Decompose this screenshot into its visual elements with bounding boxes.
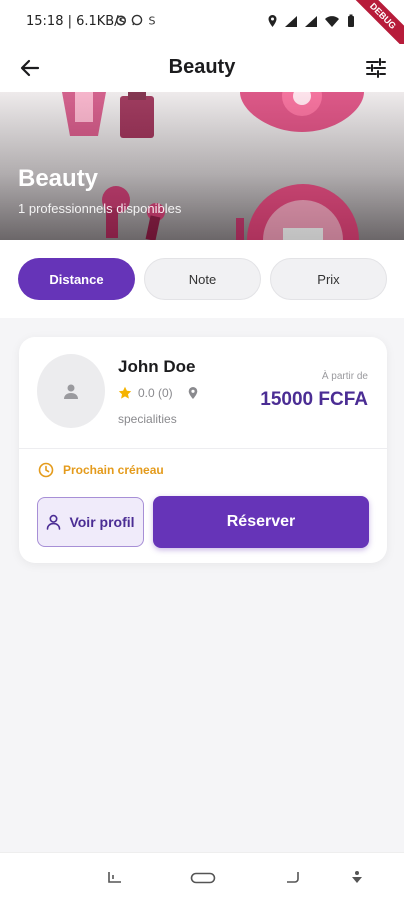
system-icons xyxy=(267,14,356,28)
category-banner: Beauty 1 professionnels disponibles xyxy=(0,92,404,240)
rating-value: 0.0 (0) xyxy=(138,386,173,400)
svg-text:S: S xyxy=(149,15,156,27)
sort-chip-distance[interactable]: Distance xyxy=(18,258,135,300)
divider xyxy=(19,448,387,449)
menu-gesture-icon xyxy=(108,872,121,883)
specialities-text: specialities xyxy=(118,412,177,426)
sort-chip-prix[interactable]: Prix xyxy=(270,258,387,300)
view-profile-button[interactable]: Voir profil xyxy=(37,497,144,547)
down-arrow-icon xyxy=(352,871,362,883)
battery-icon xyxy=(348,14,354,27)
nav-menu-button[interactable] xyxy=(104,867,126,889)
location-icon xyxy=(268,15,277,27)
nav-back-button[interactable] xyxy=(282,867,304,889)
banner-subtitle: 1 professionnels disponibles xyxy=(18,201,182,216)
price-label: À partir de xyxy=(321,371,368,382)
location-pin-icon xyxy=(188,387,197,399)
whatsapp-icon xyxy=(131,14,143,26)
notification-icons: S xyxy=(115,14,159,26)
clock-icon xyxy=(38,462,54,478)
status-time: 15:18 | 6.1KB/s xyxy=(26,14,126,29)
nav-home-button[interactable] xyxy=(190,867,216,889)
signal-icon xyxy=(285,15,297,27)
home-gesture-icon xyxy=(190,872,216,884)
user-outline-icon xyxy=(47,514,61,530)
sort-bar: Distance Note Prix xyxy=(0,240,404,318)
price-value: 15000 FCFA xyxy=(260,389,368,410)
person-icon xyxy=(64,384,78,399)
status-bar: 15:18 | 6.1KB/s S DEBUG xyxy=(0,0,404,54)
nav-down-button[interactable] xyxy=(346,867,368,889)
system-nav-bar xyxy=(0,852,404,900)
sort-chip-note[interactable]: Note xyxy=(144,258,261,300)
view-profile-label: Voir profil xyxy=(69,514,135,530)
app-bar: Beauty xyxy=(0,44,404,92)
signal-2-icon xyxy=(305,15,317,27)
rating-row: 0.0 (0) xyxy=(118,386,199,400)
next-slot-text: Prochain créneau xyxy=(63,463,164,477)
star-icon xyxy=(118,386,132,399)
app-notification-icon: S xyxy=(149,15,156,27)
wifi-icon xyxy=(325,15,339,27)
professional-card[interactable]: John Doe 0.0 (0) specialities À partir d… xyxy=(19,337,387,563)
banner-title: Beauty xyxy=(18,165,99,192)
filter-button[interactable] xyxy=(362,54,390,82)
page-title: Beauty xyxy=(168,56,236,78)
alarm-icon xyxy=(115,15,127,26)
avatar xyxy=(37,354,105,428)
sliders-icon xyxy=(366,58,386,78)
next-slot: Prochain créneau xyxy=(38,462,164,478)
professional-name: John Doe xyxy=(118,357,196,376)
back-gesture-icon xyxy=(287,872,299,883)
book-button[interactable]: Réserver xyxy=(153,496,369,548)
